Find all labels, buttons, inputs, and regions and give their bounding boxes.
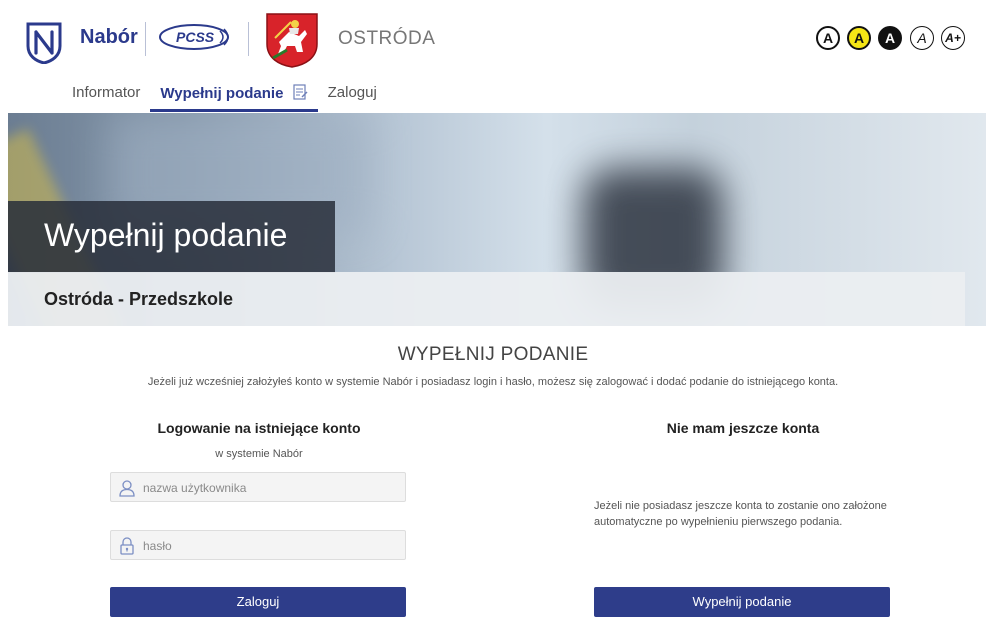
nabor-logo-icon[interactable] [22,20,66,64]
nav-item-label: Zaloguj [327,84,377,101]
username-field[interactable] [110,472,406,503]
login-button[interactable]: Zaloguj [110,587,406,617]
hero-subtitle-box: Ostróda - Przedszkole [8,272,965,326]
username-input[interactable] [141,473,405,503]
nav-item-zaloguj[interactable]: Zaloguj [318,80,387,112]
pcss-logo-icon[interactable]: PCSS [158,22,238,52]
font-italic-button[interactable]: A [910,26,934,50]
fill-application-button[interactable]: Wypełnij podanie [594,587,890,617]
contrast-inverted-button[interactable]: A [878,26,902,50]
intro-text: Jeżeli już wcześniej założyłeś konto w s… [147,376,839,388]
header-divider [248,22,249,56]
main-nav: Informator Wypełnij podanie Zaloguj [62,80,387,112]
contrast-yellow-button[interactable]: A [847,26,871,50]
page-heading: WYPEŁNIJ PODANIE [397,344,589,365]
header-divider [145,22,146,56]
nav-item-label: Informator [72,84,141,101]
lock-icon [120,537,134,555]
city-name: OSTRÓDA [338,28,436,49]
login-subtitle: w systemie Nabór [215,448,303,460]
brand-name[interactable]: Nabór [80,26,138,49]
new-account-text: Jeżeli nie posiadasz jeszcze konta to zo… [594,500,887,528]
new-account-panel: Nie mam jeszcze konta Jeżeli nie posiada… [594,420,892,617]
accessibility-controls: A A A A A+ [816,26,976,50]
new-account-title: Nie mam jeszcze konta [666,420,820,436]
document-edit-icon [293,84,308,100]
nav-item-wypelnij-podanie[interactable]: Wypełnij podanie [150,80,318,112]
contrast-default-button[interactable]: A [816,26,840,50]
login-title: Logowanie na istniejące konto [157,420,361,436]
password-field[interactable] [110,530,406,561]
site-header: Nabór PCSS OSTRÓDA A A A A A+ [0,0,986,80]
password-input[interactable] [141,531,405,561]
hero-banner: Wypełnij podanie Ostróda - Przedszkole [8,113,986,326]
font-larger-button[interactable]: A+ [941,26,965,50]
nav-item-informator[interactable]: Informator [62,80,150,112]
hero-title-box: Wypełnij podanie [8,201,335,273]
hero-title: Wypełnij podanie [44,217,288,253]
ostroda-coat-of-arms-icon [266,13,318,68]
nav-item-label: Wypełnij podanie [160,85,284,102]
login-panel: Logowanie na istniejące konto w systemie… [110,420,408,617]
user-icon [119,480,135,497]
hero-subtitle: Ostróda - Przedszkole [44,289,234,309]
pcss-logo-text: PCSS [176,29,215,45]
